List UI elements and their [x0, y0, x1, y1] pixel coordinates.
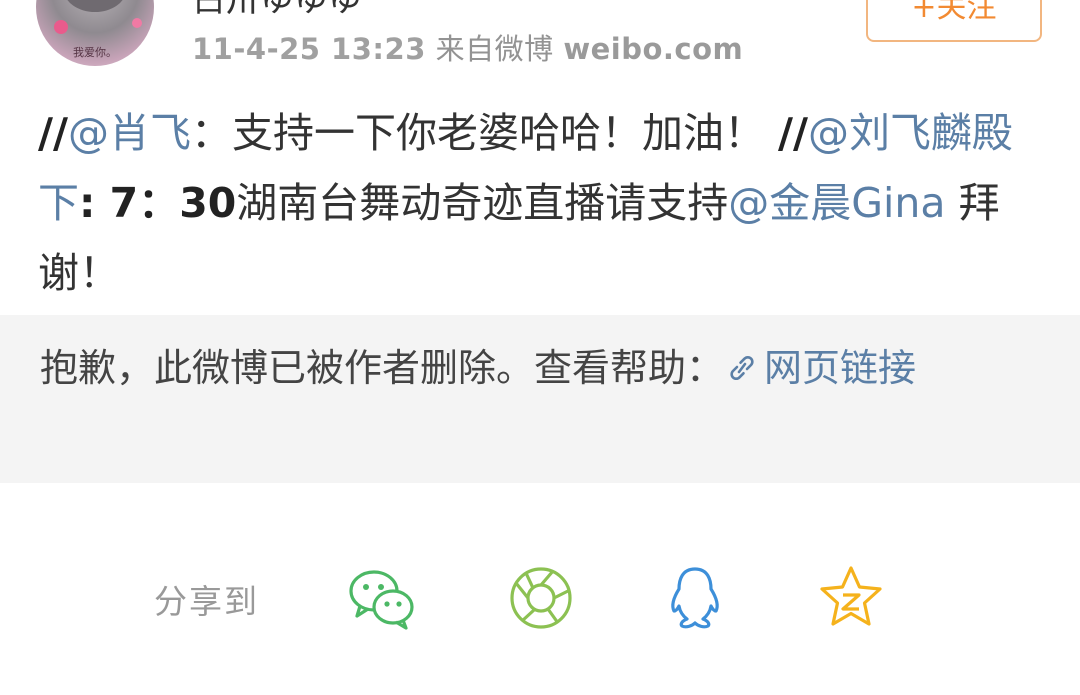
mention-link[interactable]: @金晨Gina [728, 179, 945, 227]
deleted-message: 抱歉，此微博已被作者删除。查看帮助： [40, 346, 725, 390]
post-content: //@肖飞：支持一下你老婆哈哈！加油！ //@刘飞麟殿下: 7：30湖南台舞动奇… [38, 98, 1048, 308]
post-text-segment: // [777, 109, 808, 157]
username[interactable]: 占卅ゆゆゆ [192, 0, 362, 21]
share-label: 分享到 [154, 582, 259, 621]
post-text-segment: 湖南台舞动奇迹直播请支持 [236, 179, 729, 227]
mention-link[interactable]: @肖飞 [68, 109, 191, 157]
post-timestamp: 11-4-25 13:23 [192, 32, 426, 66]
qq-share-button[interactable] [660, 565, 730, 631]
deleted-notice: 抱歉，此微博已被作者删除。查看帮助： 网页链接 [0, 315, 1080, 483]
link-icon [730, 355, 754, 381]
avatar-figure [64, 0, 126, 12]
qzone-icon [820, 566, 882, 626]
help-link-label: 网页链接 [764, 346, 917, 390]
follow-button[interactable]: +关注 [866, 0, 1042, 42]
help-link[interactable]: 网页链接 [724, 346, 916, 390]
heart-icon [132, 18, 142, 28]
wechat-share-button[interactable] [346, 565, 416, 631]
post-source-site[interactable]: weibo.com [563, 32, 743, 66]
avatar-caption: 我爱你。 [73, 46, 117, 59]
moments-icon [510, 567, 572, 629]
post-text-segment: ：支持一下你老婆哈哈！加油！ [190, 109, 778, 157]
moments-share-button[interactable] [506, 565, 576, 631]
avatar[interactable]: 我爱你。 [36, 0, 154, 66]
qq-icon [671, 567, 719, 629]
post-source-prefix: 来自微博 [435, 32, 554, 66]
heart-icon [54, 20, 68, 34]
post-text-segment: : 7：30 [79, 179, 237, 227]
qzone-share-button[interactable] [816, 565, 886, 631]
post-text-segment: // [38, 109, 68, 157]
weibo-post-page: 我爱你。 占卅ゆゆゆ 11-4-25 13:23 来自微博 weibo.com … [0, 0, 1080, 695]
post-meta: 11-4-25 13:23 来自微博 weibo.com [192, 26, 743, 68]
wechat-icon [349, 570, 414, 630]
